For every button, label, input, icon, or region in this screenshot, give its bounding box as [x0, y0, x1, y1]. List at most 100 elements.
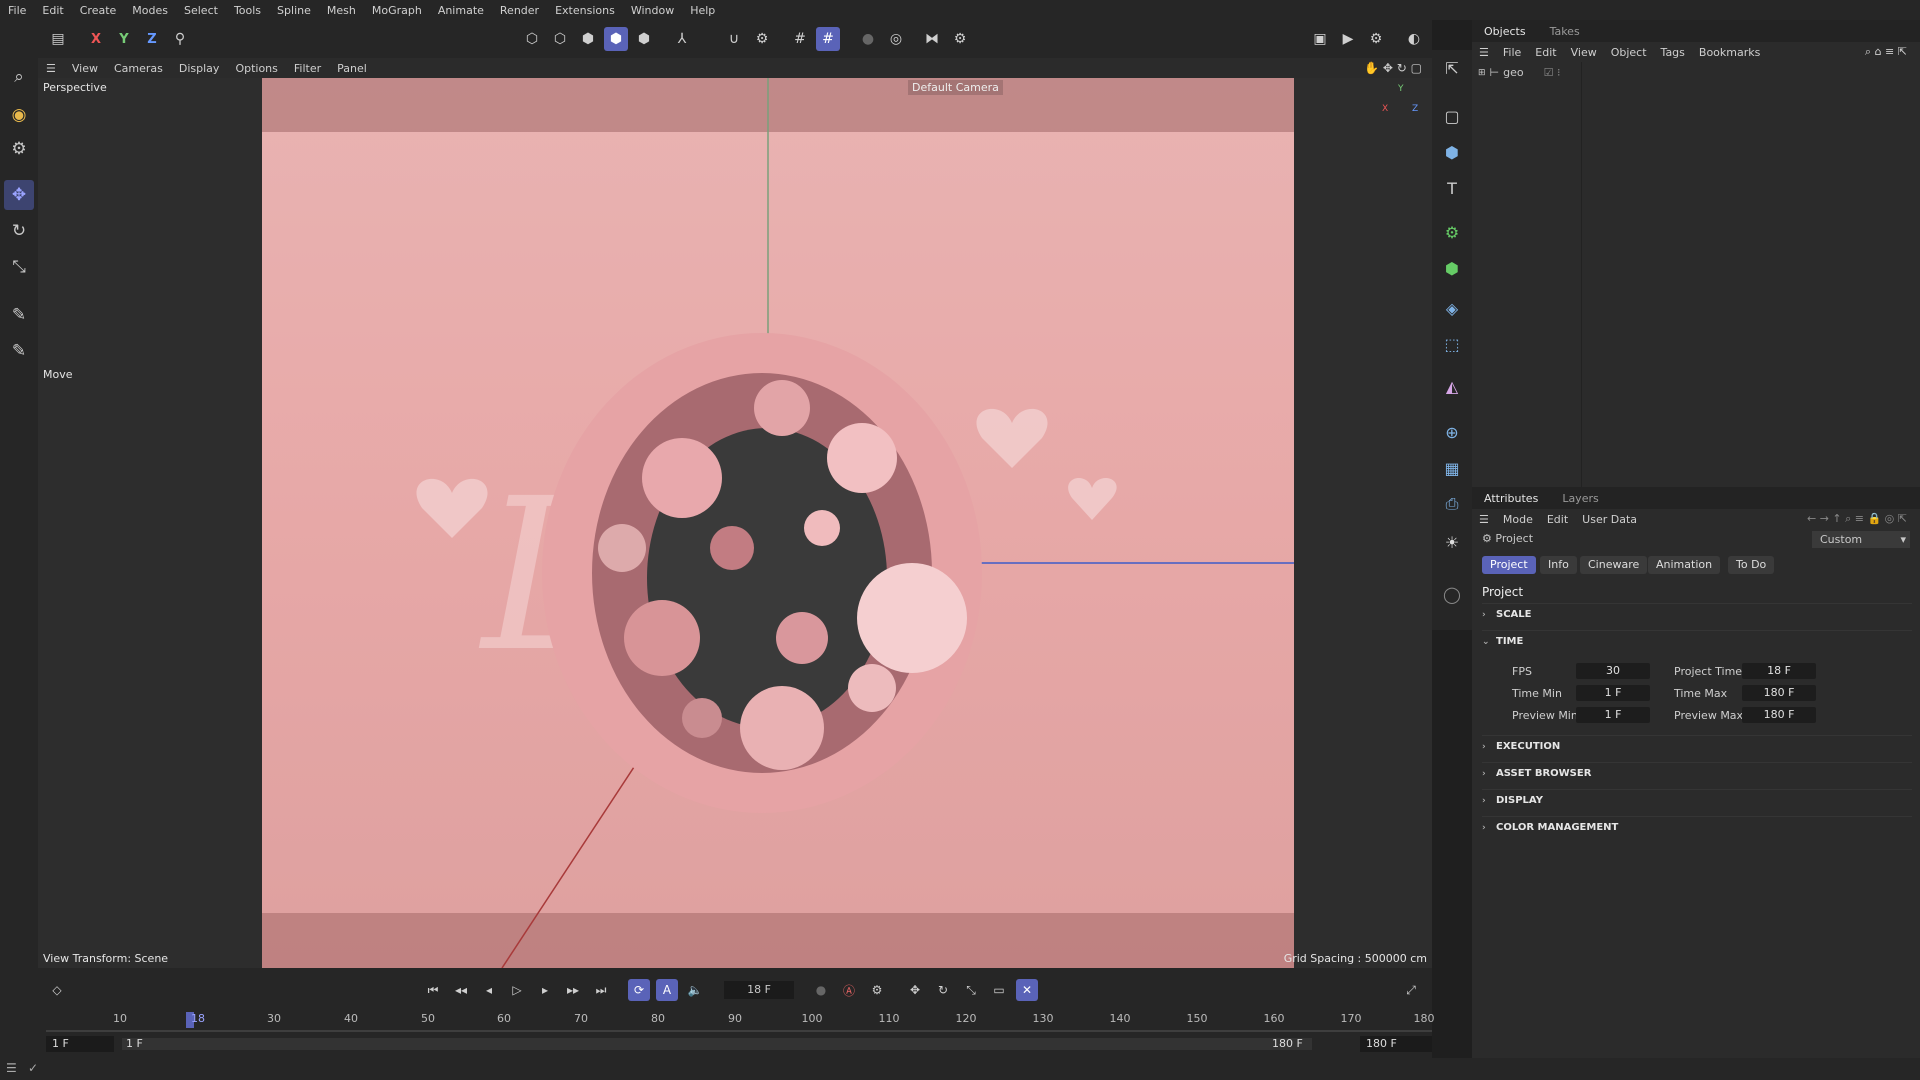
viewport-menu-icon[interactable]: ☰	[38, 62, 64, 75]
keyframe-diamond-icon[interactable]: ◇	[46, 979, 68, 1001]
select-tool-icon[interactable]: ◉	[4, 100, 34, 130]
coordinate-system-icon[interactable]: ⚲	[168, 27, 192, 51]
preset-dropdown[interactable]: Custom ▾	[1812, 531, 1910, 548]
menu-extensions[interactable]: Extensions	[547, 4, 623, 17]
section-time[interactable]: ⌄ TIME	[1482, 630, 1912, 652]
next-frame-icon[interactable]: ▸	[534, 979, 556, 1001]
mirror-icon[interactable]: ⧓	[920, 27, 944, 51]
knife-tool-icon[interactable]: ✎	[4, 336, 34, 366]
edges-mode-icon[interactable]: ⬡	[548, 27, 572, 51]
subdivision-icon[interactable]: ⬢	[1438, 254, 1466, 282]
preview-range-bar[interactable]: 1 F 1 F 180 F 180 F	[46, 1036, 1432, 1054]
z-axis-toggle[interactable]: Z	[140, 27, 164, 51]
project-time-field[interactable]: 18 F	[1742, 663, 1816, 679]
om-menu-edit[interactable]: Edit	[1528, 46, 1563, 59]
status-menu-icon[interactable]: ☰	[6, 1061, 17, 1075]
menu-modes[interactable]: Modes	[124, 4, 176, 17]
scale-tool-icon[interactable]: ⤡	[4, 252, 34, 282]
cube-primitive-icon[interactable]: ⬢	[1438, 138, 1466, 166]
menu-create[interactable]: Create	[72, 4, 125, 17]
viewport-nav-icons[interactable]: ✋ ✥ ↻ ▢	[1364, 61, 1422, 75]
om-menu-tags[interactable]: Tags	[1654, 46, 1692, 59]
range-end-field[interactable]: 180 F	[1360, 1036, 1432, 1052]
am-nav-icons[interactable]: ← → ↑ ⌕ ≡ 🔒 ◎ ⇱	[1800, 512, 1914, 526]
preview-min-field[interactable]: 1 F	[1576, 707, 1650, 723]
range-end-inner[interactable]: 180 F	[1266, 1036, 1309, 1052]
vp-menu-cameras[interactable]: Cameras	[106, 62, 171, 75]
move-tool-icon[interactable]: ✥	[4, 180, 34, 210]
tab-objects[interactable]: Objects	[1472, 25, 1538, 38]
preview-range-slider[interactable]	[122, 1038, 1312, 1050]
menu-tools[interactable]: Tools	[226, 4, 269, 17]
vp-menu-panel[interactable]: Panel	[329, 62, 375, 75]
section-scale[interactable]: › SCALE	[1482, 603, 1912, 625]
range-start-field[interactable]: 1 F	[46, 1036, 114, 1052]
autokey-icon[interactable]: Ⓐ	[838, 979, 860, 1001]
x-axis-toggle[interactable]: X	[84, 27, 108, 51]
spline-pen-icon[interactable]: ✎	[4, 300, 34, 330]
y-axis-toggle[interactable]: Y	[112, 27, 136, 51]
loop-icon[interactable]: ⟳	[628, 979, 650, 1001]
keyframe-position-icon[interactable]: ✥	[904, 979, 926, 1001]
section-color-management[interactable]: › COLOR MANAGEMENT	[1482, 816, 1912, 838]
tab-layers[interactable]: Layers	[1550, 492, 1610, 505]
camera-object-icon[interactable]: ▦	[1438, 454, 1466, 482]
render-view-icon[interactable]: ▣	[1308, 27, 1332, 51]
subtab-cineware[interactable]: Cineware	[1580, 556, 1648, 574]
object-manager-hamburger-icon[interactable]: ☰	[1472, 46, 1496, 59]
play-icon[interactable]: ▷	[506, 979, 528, 1001]
points-mode-icon[interactable]: ⬡	[520, 27, 544, 51]
deformer-icon[interactable]: ◈	[1438, 294, 1466, 322]
timeline-graph-icon[interactable]: ⤢	[1400, 979, 1422, 1001]
am-menu-edit[interactable]: Edit	[1540, 513, 1575, 526]
time-min-field[interactable]: 1 F	[1576, 685, 1650, 701]
preview-max-field[interactable]: 180 F	[1742, 707, 1816, 723]
keyframe-param-icon[interactable]: ▭	[988, 979, 1010, 1001]
om-toolbar-icons[interactable]: ⌕ ⌂ ≡ ⇱	[1858, 45, 1914, 59]
go-to-end-icon[interactable]: ⏭	[590, 979, 612, 1001]
key-settings-icon[interactable]: ⚙	[866, 979, 888, 1001]
menu-mograph[interactable]: MoGraph	[364, 4, 430, 17]
vp-menu-filter[interactable]: Filter	[286, 62, 329, 75]
symmetry-icon[interactable]: ◎	[884, 27, 908, 51]
menu-render[interactable]: Render	[492, 4, 547, 17]
subtab-animation[interactable]: Animation	[1648, 556, 1721, 574]
tweak-tool-icon[interactable]: ⚙	[4, 134, 34, 164]
tab-attributes[interactable]: Attributes	[1472, 492, 1550, 505]
om-menu-file[interactable]: File	[1496, 46, 1528, 59]
search-icon[interactable]: ⌕	[4, 62, 34, 92]
axis-mode-icon[interactable]: ⅄	[670, 27, 694, 51]
palette-lock-icon[interactable]: ⇱	[1438, 54, 1466, 82]
am-menu-mode[interactable]: Mode	[1496, 513, 1540, 526]
tab-takes[interactable]: Takes	[1538, 25, 1592, 38]
light-icon[interactable]: ☀	[1438, 528, 1466, 556]
snap-settings-icon[interactable]: ⚙	[750, 27, 774, 51]
subtab-to-do[interactable]: To Do	[1728, 556, 1775, 574]
om-menu-bookmarks[interactable]: Bookmarks	[1692, 46, 1767, 59]
uv-mode-icon[interactable]: ⬢	[632, 27, 656, 51]
menu-select[interactable]: Select	[176, 4, 226, 17]
next-key-icon[interactable]: ▸▸	[562, 979, 584, 1001]
record-icon[interactable]: ●	[810, 979, 832, 1001]
section-asset-browser[interactable]: › ASSET BROWSER	[1482, 762, 1912, 784]
generator-icon[interactable]: ⚙	[1438, 218, 1466, 246]
playback-rate-icon[interactable]: A	[656, 979, 678, 1001]
current-frame-field[interactable]: 18 F	[724, 981, 794, 999]
section-execution[interactable]: › EXECUTION	[1482, 735, 1912, 757]
time-max-field[interactable]: 180 F	[1742, 685, 1816, 701]
vp-menu-view[interactable]: View	[64, 62, 106, 75]
polygons-mode-icon[interactable]: ⬢	[576, 27, 600, 51]
camera-label[interactable]: Default Camera	[908, 80, 1003, 95]
go-to-start-icon[interactable]: ⏮	[422, 979, 444, 1001]
menu-file[interactable]: File	[0, 4, 34, 17]
expand-icon[interactable]: ⊞	[1478, 68, 1486, 78]
sculpt-icon[interactable]: ●	[856, 27, 880, 51]
redshift-icon[interactable]: ◐	[1402, 27, 1426, 51]
range-start-inner[interactable]: 1 F	[120, 1036, 149, 1052]
keyframe-scale-icon[interactable]: ⤡	[960, 979, 982, 1001]
menu-animate[interactable]: Animate	[430, 4, 492, 17]
mograph-icon[interactable]: ◭	[1438, 372, 1466, 400]
subtab-info[interactable]: Info	[1540, 556, 1577, 574]
keyframe-pla-icon[interactable]: ✕	[1016, 979, 1038, 1001]
model-mode-icon[interactable]: ⬢	[604, 27, 628, 51]
